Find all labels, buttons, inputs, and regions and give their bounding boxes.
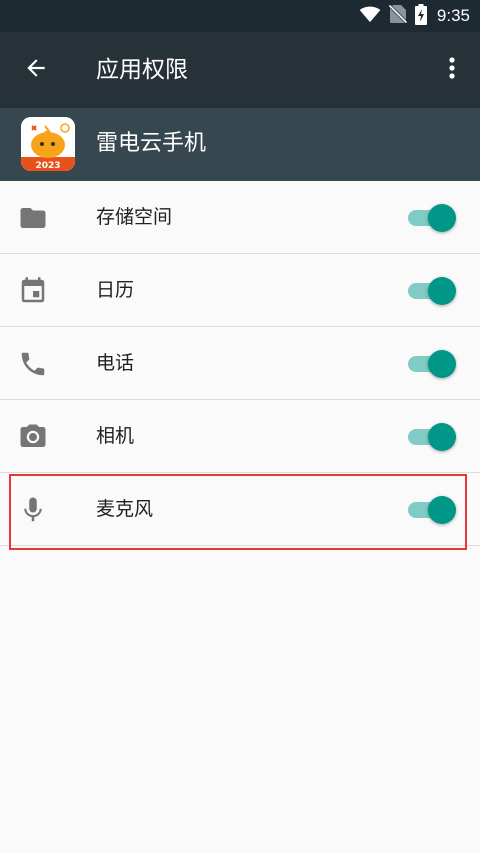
permission-label: 电话 [96,352,135,374]
permission-row-storage[interactable]: 存储空间 [0,181,480,254]
permission-toggle-storage[interactable] [408,204,456,232]
toggle-thumb [428,277,456,305]
permission-row-calendar[interactable]: 日历 [0,254,480,327]
toggle-thumb [428,423,456,451]
permission-row-microphone[interactable]: 麦克风 [0,473,480,546]
permission-toggle-calendar[interactable] [408,277,456,305]
app-header: 2023 雷电云手机 [0,108,480,181]
back-button[interactable] [18,52,54,88]
permission-toggle-camera[interactable] [408,423,456,451]
phone-icon [18,349,48,379]
app-icon-badge-text: 2023 [35,161,60,171]
status-bar: 9:35 [0,0,480,32]
permission-label: 存储空间 [96,206,173,228]
battery-charging-icon [414,3,427,29]
permission-label: 麦克风 [96,498,154,520]
folder-icon [18,203,48,233]
microphone-icon [18,495,48,525]
no-sim-icon [388,4,408,28]
permission-label: 日历 [96,279,135,301]
arrow-back-icon [23,55,49,85]
wifi-icon [359,5,381,27]
app-icon: 2023 [21,117,75,171]
permission-label: 相机 [96,425,135,447]
more-options-button[interactable] [440,54,464,86]
camera-icon [18,422,48,452]
status-icons: 9:35 [359,0,470,32]
permission-toggle-phone[interactable] [408,350,456,378]
more-vert-icon [448,56,456,84]
permission-row-phone[interactable]: 电话 [0,327,480,400]
toggle-thumb [428,350,456,378]
calendar-icon [18,276,48,306]
toolbar: 应用权限 [0,32,480,108]
toggle-thumb [428,204,456,232]
page-title: 应用权限 [96,57,188,83]
permission-toggle-microphone[interactable] [408,496,456,524]
permission-list: 存储空间 日历 电话 相机 麦克风 [0,181,480,546]
app-name: 雷电云手机 [96,131,207,156]
toggle-thumb [428,496,456,524]
permission-row-camera[interactable]: 相机 [0,400,480,473]
status-time: 9:35 [436,6,470,25]
